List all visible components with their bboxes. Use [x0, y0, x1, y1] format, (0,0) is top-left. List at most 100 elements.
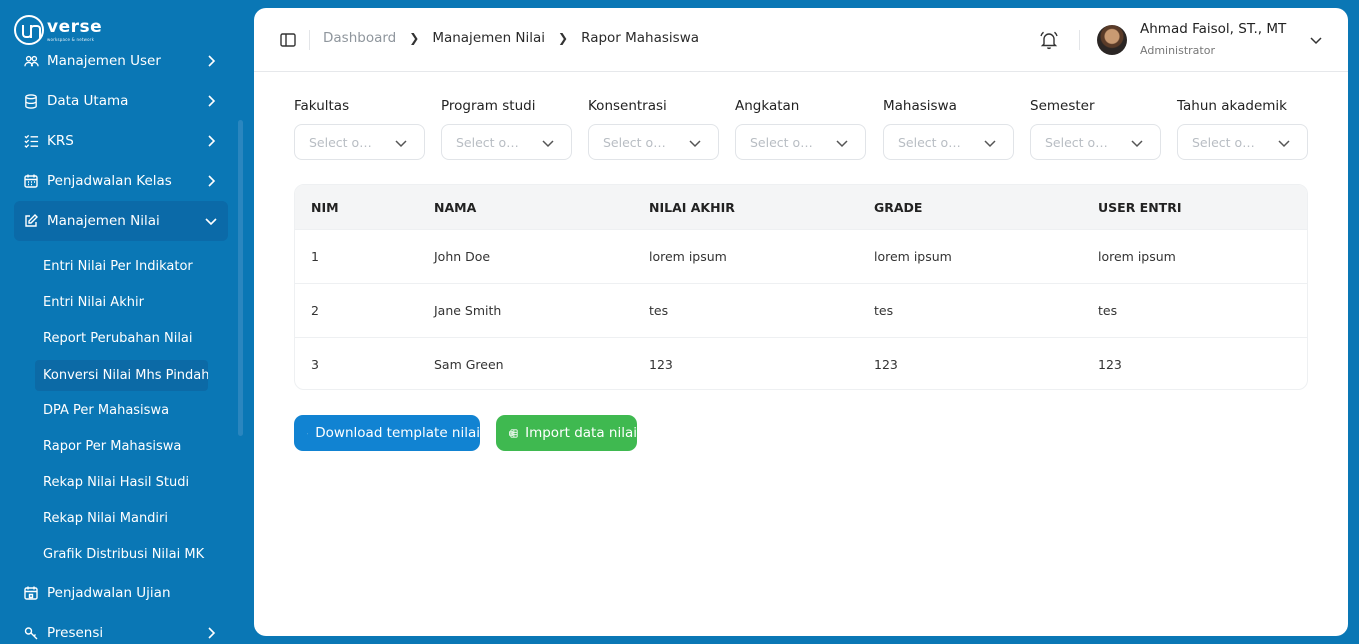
- logo-word: verse: [47, 16, 103, 37]
- sidebar-item-label: Presensi: [47, 625, 104, 641]
- cell-nim: 1: [311, 249, 319, 264]
- key-icon: [23, 625, 39, 641]
- sidebar-subitem-entri-nilai-per-indikator[interactable]: Entri Nilai Per Indikator: [35, 251, 208, 282]
- filter-konsentrasi: Konsentrasi Select option: [588, 98, 719, 160]
- chevron-right-icon: ❯: [558, 31, 569, 45]
- filter-fakultas: Fakultas Select option: [294, 98, 425, 160]
- filter-label: Tahun akademik: [1177, 98, 1287, 114]
- sidebar-toggle-icon[interactable]: [280, 32, 296, 48]
- chevron-right-icon: [208, 55, 216, 67]
- angkatan-select[interactable]: Select option: [735, 124, 866, 160]
- calendar-icon: [23, 173, 39, 189]
- select-placeholder: Select option: [309, 135, 379, 150]
- user-role: Administrator: [1140, 44, 1215, 57]
- chevron-down-icon: [984, 140, 996, 148]
- filter-tahun-akademik: Tahun akademik Select option: [1177, 98, 1308, 160]
- sidebar-subitem-report-perubahan-nilai[interactable]: Report Perubahan Nilai: [35, 323, 208, 354]
- column-header-nilai-akhir[interactable]: NILAI AKHIR: [649, 200, 735, 215]
- header-divider: [1079, 30, 1080, 50]
- breadcrumb-manajemen-nilai[interactable]: Manajemen Nilai: [432, 30, 545, 46]
- cell-grade: lorem ipsum: [874, 249, 952, 264]
- sidebar-item-krs[interactable]: KRS: [14, 121, 228, 161]
- table-row[interactable]: 3 Sam Green 123 123 123: [295, 337, 1307, 389]
- sidebar-subitem-grafik-distribusi[interactable]: Grafik Distribusi Nilai MK: [35, 539, 208, 570]
- fakultas-select[interactable]: Select option: [294, 124, 425, 160]
- chevron-right-icon: [208, 135, 216, 147]
- chevron-down-icon[interactable]: [1309, 33, 1323, 47]
- sidebar-subitem-rapor-per-mahasiswa[interactable]: Rapor Per Mahasiswa: [35, 431, 208, 462]
- filter-label: Konsentrasi: [588, 98, 667, 114]
- chevron-down-icon: [689, 140, 701, 148]
- select-placeholder: Select option: [456, 135, 526, 150]
- select-placeholder: Select option: [898, 135, 968, 150]
- filter-label: Fakultas: [294, 98, 350, 114]
- bell-icon[interactable]: [1040, 30, 1058, 50]
- column-header-grade[interactable]: GRADE: [874, 200, 922, 215]
- spreadsheet-icon: [509, 428, 518, 438]
- sidebar-subitem-konversi-nilai[interactable]: Konversi Nilai Mhs Pindahan: [35, 360, 208, 391]
- database-icon: [23, 93, 39, 109]
- breadcrumb-dashboard[interactable]: Dashboard: [323, 30, 396, 46]
- sidebar-item-data-utama[interactable]: Data Utama: [14, 81, 228, 121]
- chevron-down-icon: [205, 218, 217, 226]
- chevron-down-icon: [395, 140, 407, 148]
- cell-nim: 3: [311, 357, 319, 372]
- sidebar-subitem-rekap-nilai-mandiri[interactable]: Rekap Nilai Mandiri: [35, 503, 208, 534]
- column-header-user-entri[interactable]: USER ENTRI: [1098, 200, 1181, 215]
- edit-icon: [23, 213, 39, 229]
- sidebar-item-manajemen-nilai[interactable]: Manajemen Nilai: [14, 201, 228, 241]
- cell-user-entri: lorem ipsum: [1098, 249, 1176, 264]
- filter-label: Semester: [1030, 98, 1095, 114]
- import-data-label: Import data nilai: [525, 425, 637, 441]
- breadcrumb: Dashboard ❯ Manajemen Nilai ❯ Rapor Maha…: [323, 30, 699, 46]
- cell-nama: John Doe: [434, 249, 491, 264]
- filter-label: Mahasiswa: [883, 98, 957, 114]
- chevron-right-icon: ❯: [409, 31, 420, 45]
- tahun-akademik-select[interactable]: Select option: [1177, 124, 1308, 160]
- filter-label: Angkatan: [735, 98, 800, 114]
- cell-nama: Jane Smith: [434, 303, 502, 318]
- table-row[interactable]: 2 Jane Smith tes tes tes: [295, 283, 1307, 337]
- sidebar-item-label: Penjadwalan Ujian: [47, 585, 171, 601]
- table-row[interactable]: 1 John Doe lorem ipsum lorem ipsum lorem…: [295, 229, 1307, 283]
- select-placeholder: Select option: [603, 135, 673, 150]
- download-icon: [307, 432, 309, 434]
- column-header-nim[interactable]: NIM: [311, 200, 339, 215]
- sidebar-item-penjadwalan-ujian[interactable]: Penjadwalan Ujian: [14, 573, 228, 613]
- chevron-right-icon: [208, 627, 216, 639]
- sidebar-item-manajemen-user[interactable]: Manajemen User: [14, 41, 228, 81]
- user-name: Ahmad Faisol, ST., MT: [1140, 21, 1287, 37]
- cell-nilai-akhir: tes: [649, 303, 669, 318]
- semester-select[interactable]: Select option: [1030, 124, 1161, 160]
- download-template-button[interactable]: Download template nilai: [294, 415, 480, 451]
- avatar[interactable]: [1097, 25, 1127, 55]
- sidebar-scrollbar[interactable]: [238, 120, 243, 436]
- import-data-button[interactable]: Import data nilai: [496, 415, 637, 451]
- konsentrasi-select[interactable]: Select option: [588, 124, 719, 160]
- mahasiswa-select[interactable]: Select option: [883, 124, 1014, 160]
- cell-user-entri: 123: [1098, 357, 1122, 372]
- chevron-right-icon: [208, 175, 216, 187]
- chevron-down-icon: [542, 140, 554, 148]
- sidebar-item-label: KRS: [47, 133, 74, 149]
- list-check-icon: [23, 133, 39, 149]
- cell-nim: 2: [311, 303, 319, 318]
- cell-nilai-akhir: 123: [649, 357, 673, 372]
- grades-table: NIM NAMA NILAI AKHIR GRADE USER ENTRI 1 …: [294, 184, 1308, 390]
- sidebar-subitem-dpa-per-mahasiswa[interactable]: DPA Per Mahasiswa: [35, 395, 208, 426]
- cell-grade: 123: [874, 357, 898, 372]
- table-header: NIM NAMA NILAI AKHIR GRADE USER ENTRI: [295, 185, 1307, 229]
- sidebar-item-presensi[interactable]: Presensi: [14, 613, 228, 644]
- chevron-down-icon: [836, 140, 848, 148]
- filter-semester: Semester Select option: [1030, 98, 1161, 160]
- sidebar-subitem-entri-nilai-akhir[interactable]: Entri Nilai Akhir: [35, 287, 208, 318]
- sidebar-subitem-rekap-nilai-hasil-studi[interactable]: Rekap Nilai Hasil Studi: [35, 467, 208, 498]
- program-studi-select[interactable]: Select option: [441, 124, 572, 160]
- sidebar-item-penjadwalan-kelas[interactable]: Penjadwalan Kelas: [14, 161, 228, 201]
- cell-nilai-akhir: lorem ipsum: [649, 249, 727, 264]
- column-header-nama[interactable]: NAMA: [434, 200, 476, 215]
- users-icon: [23, 53, 39, 69]
- sidebar-item-label: Manajemen User: [47, 53, 161, 69]
- chevron-down-icon: [1131, 140, 1143, 148]
- sidebar-item-label: Penjadwalan Kelas: [47, 173, 172, 189]
